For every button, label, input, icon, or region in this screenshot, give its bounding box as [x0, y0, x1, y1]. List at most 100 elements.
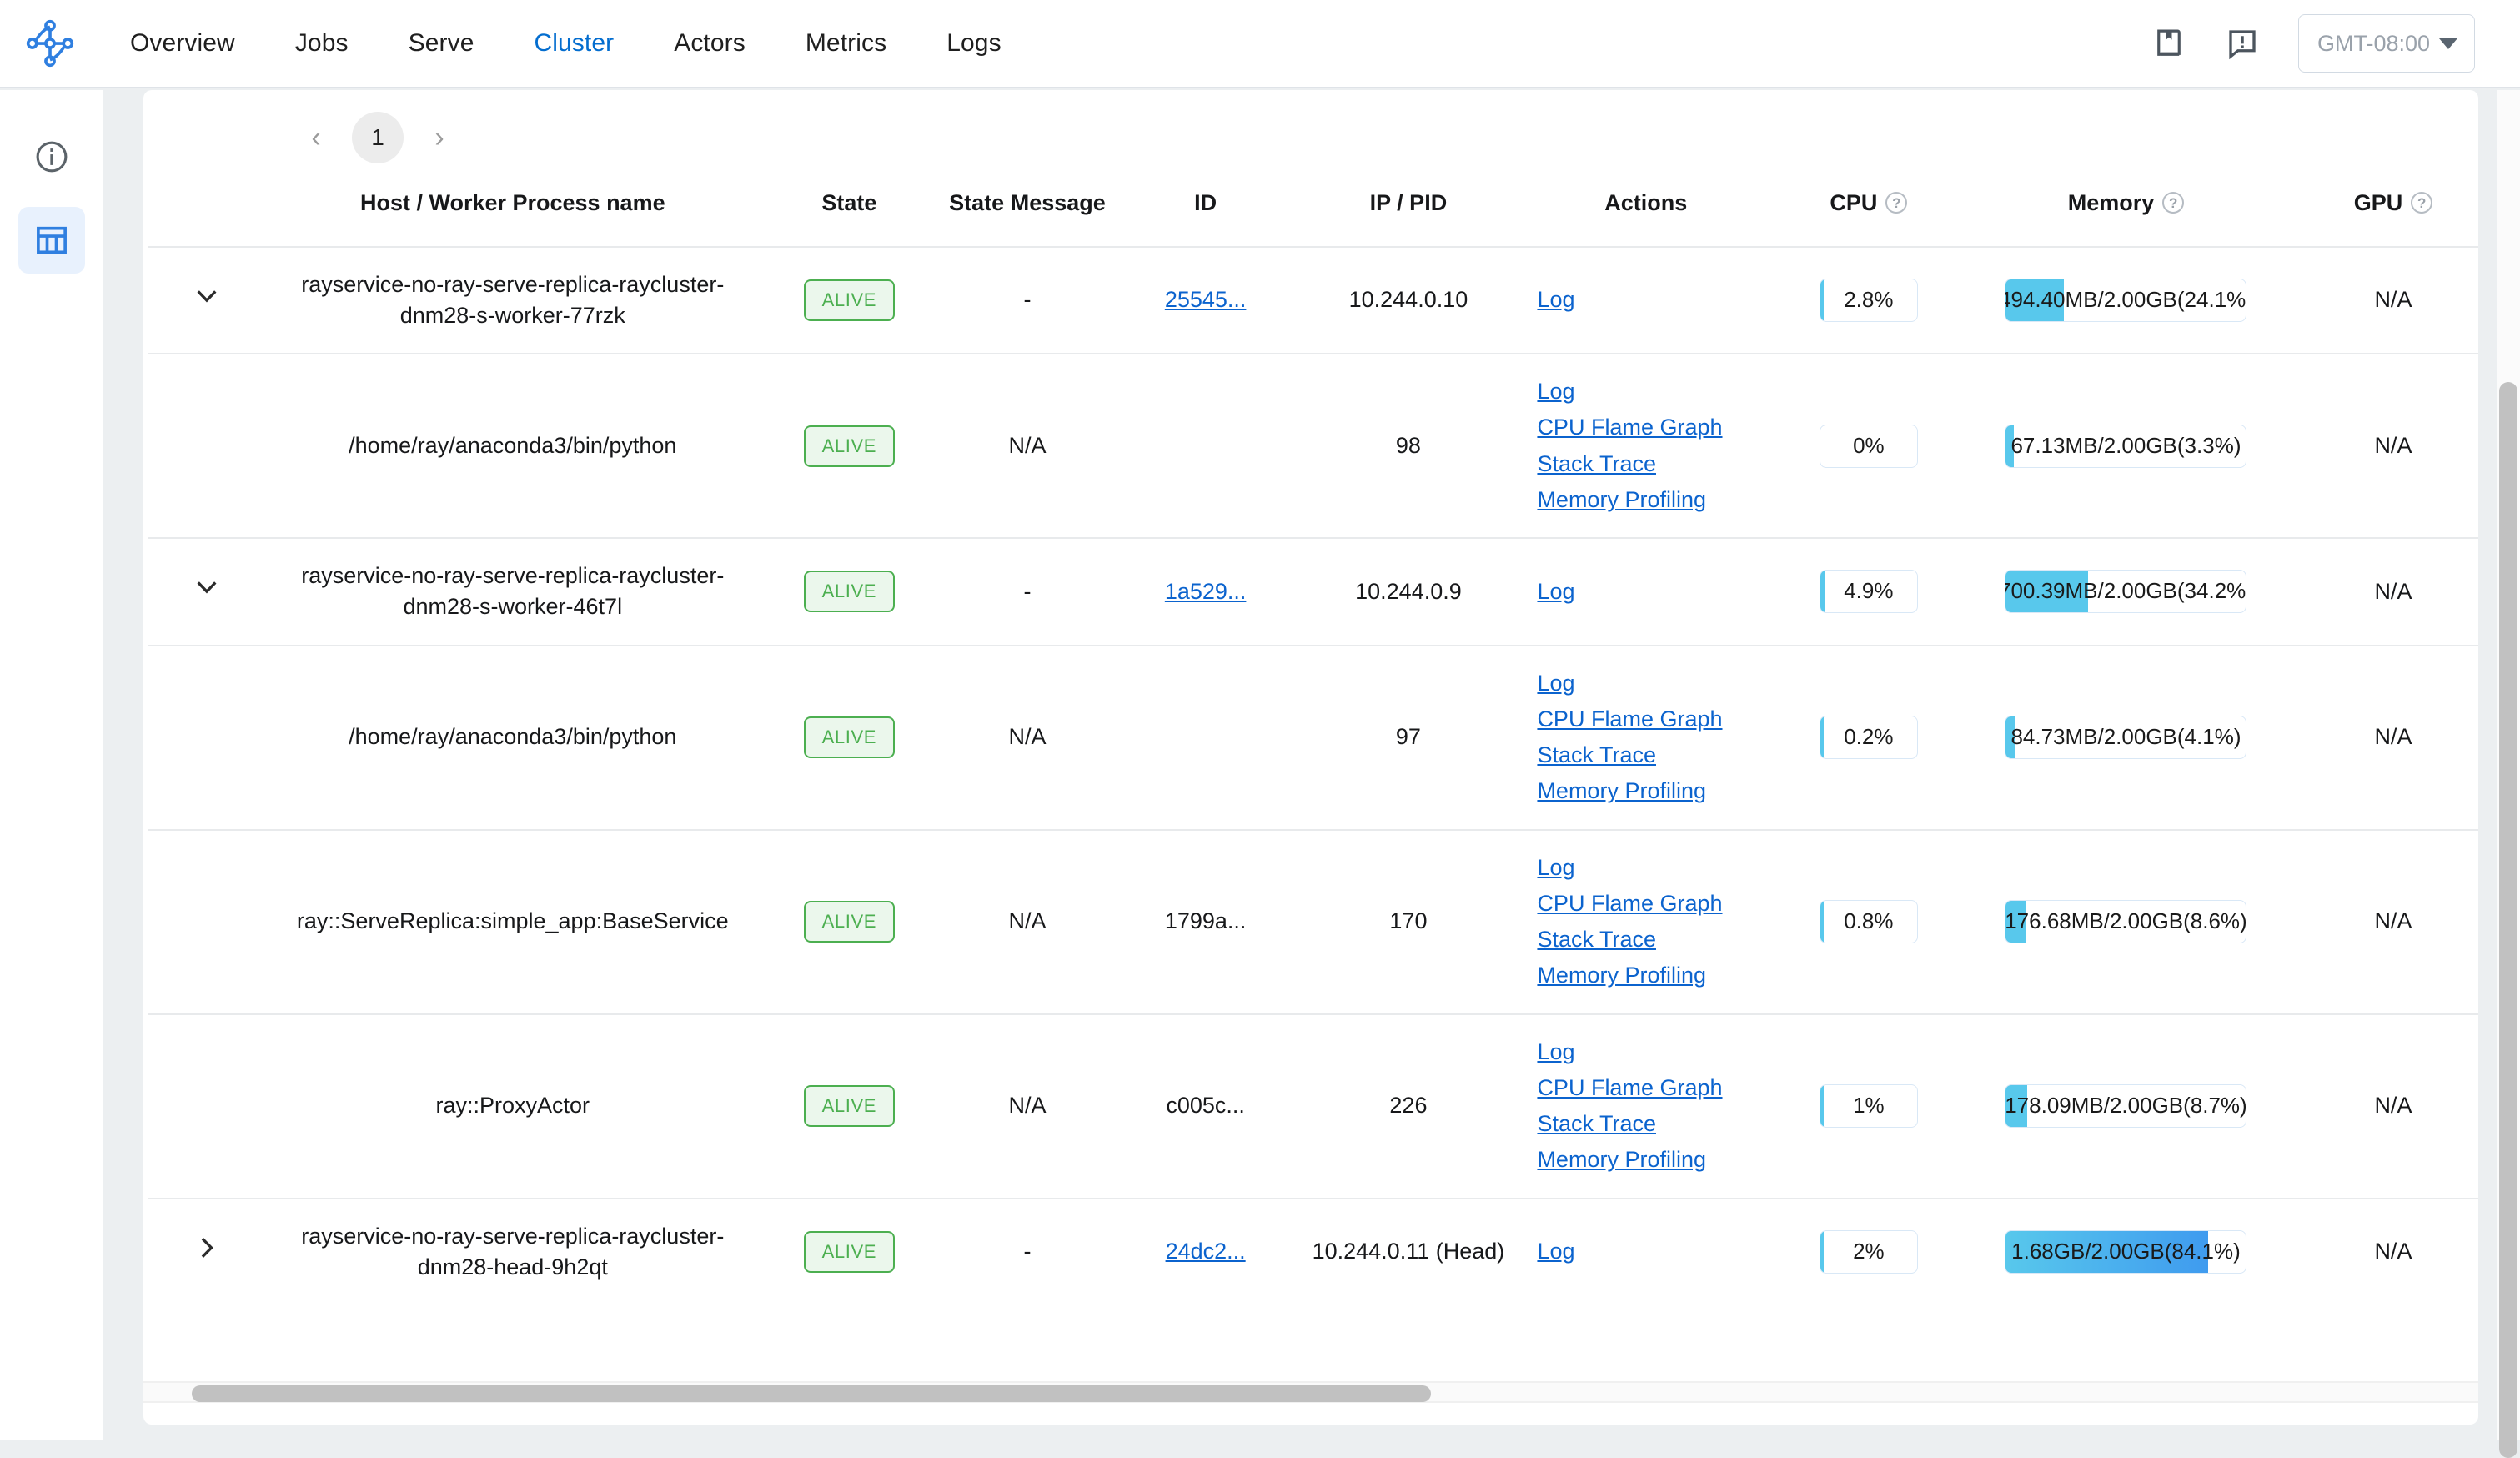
cell-actions: Log CPU Flame Graph Stack Trace Memory Prof…: [1522, 644, 1770, 830]
status-badge: ALIVE: [803, 716, 896, 759]
node-id-link[interactable]: 1a529...: [1165, 579, 1247, 604]
horizontal-scrollbar-thumb[interactable]: [192, 1385, 1431, 1402]
nav-item-actors[interactable]: Actors: [644, 29, 776, 58]
pagination-next-button[interactable]: ›: [414, 112, 465, 163]
horizontal-scrollbar-track[interactable]: [143, 1381, 2478, 1403]
cell-actions: Log CPU Flame Graph Stack Trace Memory Prof…: [1522, 353, 1770, 539]
status-badge: ALIVE: [803, 425, 896, 467]
status-badge: ALIVE: [803, 901, 896, 943]
nav-item-logs[interactable]: Logs: [916, 29, 1031, 58]
action-link-cpu-flame-graph[interactable]: CPU Flame Graph: [1537, 888, 1722, 919]
action-link-log[interactable]: Log: [1537, 668, 1574, 699]
table-grid-icon: [36, 226, 67, 254]
pagination: ‹ 1 ›: [143, 90, 2478, 170]
th-expand: [148, 170, 265, 247]
cell-memory: 1.68GB/2.00GB(84.1%): [1967, 1197, 2285, 1305]
action-link-log[interactable]: Log: [1537, 1236, 1574, 1267]
cpu-help-icon[interactable]: ?: [1885, 192, 1908, 214]
action-link-memory-profiling[interactable]: Memory Profiling: [1537, 960, 1706, 991]
rail-item-info[interactable]: [18, 123, 85, 190]
memory-usage-label: 176.68MB/2.00GB(8.6%): [2005, 908, 2247, 934]
action-link-log[interactable]: Log: [1537, 576, 1574, 607]
chevron-down-icon: [2439, 38, 2457, 49]
action-link-log[interactable]: Log: [1537, 1037, 1574, 1068]
cell-host-worker-name: ray::ServeReplica:simple_app:BaseService: [265, 828, 761, 1014]
vertical-scrollbar-track[interactable]: [2497, 90, 2520, 1458]
memory-help-icon[interactable]: ?: [2162, 192, 2185, 214]
cell-state: ALIVE: [760, 1197, 939, 1305]
cpu-usage-bar: 2%: [1819, 1229, 1918, 1274]
timezone-select[interactable]: GMT-08:00: [2298, 14, 2475, 73]
topnav-actions: GMT-08:00: [2151, 14, 2520, 73]
nav-item-serve[interactable]: Serve: [379, 29, 505, 58]
pagination-page-1[interactable]: 1: [352, 112, 404, 163]
nav-item-metrics[interactable]: Metrics: [776, 29, 916, 58]
cell-expand: [148, 644, 266, 830]
action-link-list: Log: [1529, 576, 1763, 607]
chevron-down-icon[interactable]: [191, 280, 223, 320]
action-link-list: Log CPU Flame Graph Stack Trace Memory Prof…: [1529, 1037, 1763, 1176]
cpu-usage-fill: [1820, 571, 1825, 613]
cell-state-message: N/A: [938, 644, 1117, 830]
node-id-link[interactable]: 25545...: [1165, 287, 1247, 312]
cell-state: ALIVE: [760, 644, 939, 830]
action-link-cpu-flame-graph[interactable]: CPU Flame Graph: [1537, 412, 1722, 443]
table-row: /home/ray/anaconda3/bin/python ALIVE N/A 98…: [148, 353, 2478, 539]
table-row: rayservice-no-ray-serve-replica-rayclust…: [148, 1197, 2478, 1305]
cell-cpu: 2%: [1770, 1197, 1968, 1305]
node-id-link[interactable]: 24dc2...: [1166, 1239, 1246, 1264]
cell-memory: 178.09MB/2.00GB(8.7%): [1967, 1013, 2285, 1199]
action-link-stack-trace[interactable]: Stack Trace: [1537, 740, 1656, 771]
cpu-usage-bar: 2.8%: [1819, 278, 1918, 322]
cell-host-worker-name: rayservice-no-ray-serve-replica-rayclust…: [265, 537, 761, 646]
action-link-stack-trace[interactable]: Stack Trace: [1537, 449, 1656, 480]
rail-item-table[interactable]: [18, 207, 85, 274]
node-table-scroll-area[interactable]: Host / Worker Process name State State M…: [143, 170, 2478, 1353]
cell-state-message: -: [938, 537, 1117, 646]
cell-actions: Log: [1522, 1197, 1770, 1305]
cell-host-worker-name: /home/ray/anaconda3/bin/python: [265, 353, 761, 539]
cell-state: ALIVE: [760, 353, 939, 539]
ray-logo[interactable]: [0, 19, 100, 68]
action-link-cpu-flame-graph[interactable]: CPU Flame Graph: [1537, 1073, 1722, 1104]
cell-expand: [148, 245, 266, 354]
action-link-log[interactable]: Log: [1537, 284, 1574, 315]
cell-ip-pid: 10.244.0.9: [1294, 537, 1523, 646]
nav-item-overview[interactable]: Overview: [100, 29, 265, 58]
top-navigation-bar: Overview Jobs Serve Cluster Actors Metri…: [0, 0, 2520, 88]
cell-host-worker-name: rayservice-no-ray-serve-replica-rayclust…: [265, 1197, 761, 1305]
vertical-scrollbar-thumb[interactable]: [2499, 382, 2517, 1458]
action-link-log[interactable]: Log: [1537, 376, 1574, 407]
chevron-right-icon[interactable]: [191, 1232, 223, 1272]
action-link-memory-profiling[interactable]: Memory Profiling: [1537, 1144, 1706, 1175]
cell-memory: 700.39MB/2.00GB(34.2%): [1967, 537, 2285, 646]
docs-button[interactable]: [2151, 26, 2186, 61]
cell-state-message: -: [938, 1197, 1117, 1305]
main-content: ‹ 1 › Host / Worker Process name State S…: [103, 90, 2520, 1440]
pagination-prev-button[interactable]: ‹: [290, 112, 342, 163]
cell-id: 1799a...: [1116, 828, 1295, 1014]
gpu-help-icon[interactable]: ?: [2411, 192, 2433, 214]
chevron-down-icon[interactable]: [191, 571, 223, 611]
cpu-usage-bar: 4.9%: [1819, 570, 1918, 614]
feedback-button[interactable]: [2225, 26, 2260, 61]
action-link-cpu-flame-graph[interactable]: CPU Flame Graph: [1537, 704, 1722, 735]
action-link-memory-profiling[interactable]: Memory Profiling: [1537, 485, 1706, 515]
cell-gpu: N/A: [2284, 537, 2478, 646]
table-header: Host / Worker Process name State State M…: [148, 170, 2478, 247]
cpu-usage-bar: 0.2%: [1819, 716, 1918, 760]
cell-expand: [148, 353, 266, 539]
table-row: rayservice-no-ray-serve-replica-rayclust…: [148, 245, 2478, 354]
cell-host-worker-name: /home/ray/anaconda3/bin/python: [265, 644, 761, 830]
action-link-log[interactable]: Log: [1537, 852, 1574, 883]
right-gutter: [2480, 90, 2497, 1440]
action-link-stack-trace[interactable]: Stack Trace: [1537, 924, 1656, 955]
action-link-stack-trace[interactable]: Stack Trace: [1537, 1109, 1656, 1139]
th-host-worker-name: Host / Worker Process name: [359, 190, 665, 215]
action-link-list: Log: [1529, 284, 1763, 315]
cell-id: [1116, 644, 1295, 830]
nav-item-jobs[interactable]: Jobs: [265, 29, 379, 58]
cell-expand: [148, 828, 266, 1014]
action-link-memory-profiling[interactable]: Memory Profiling: [1537, 776, 1706, 807]
nav-item-cluster[interactable]: Cluster: [504, 29, 644, 58]
